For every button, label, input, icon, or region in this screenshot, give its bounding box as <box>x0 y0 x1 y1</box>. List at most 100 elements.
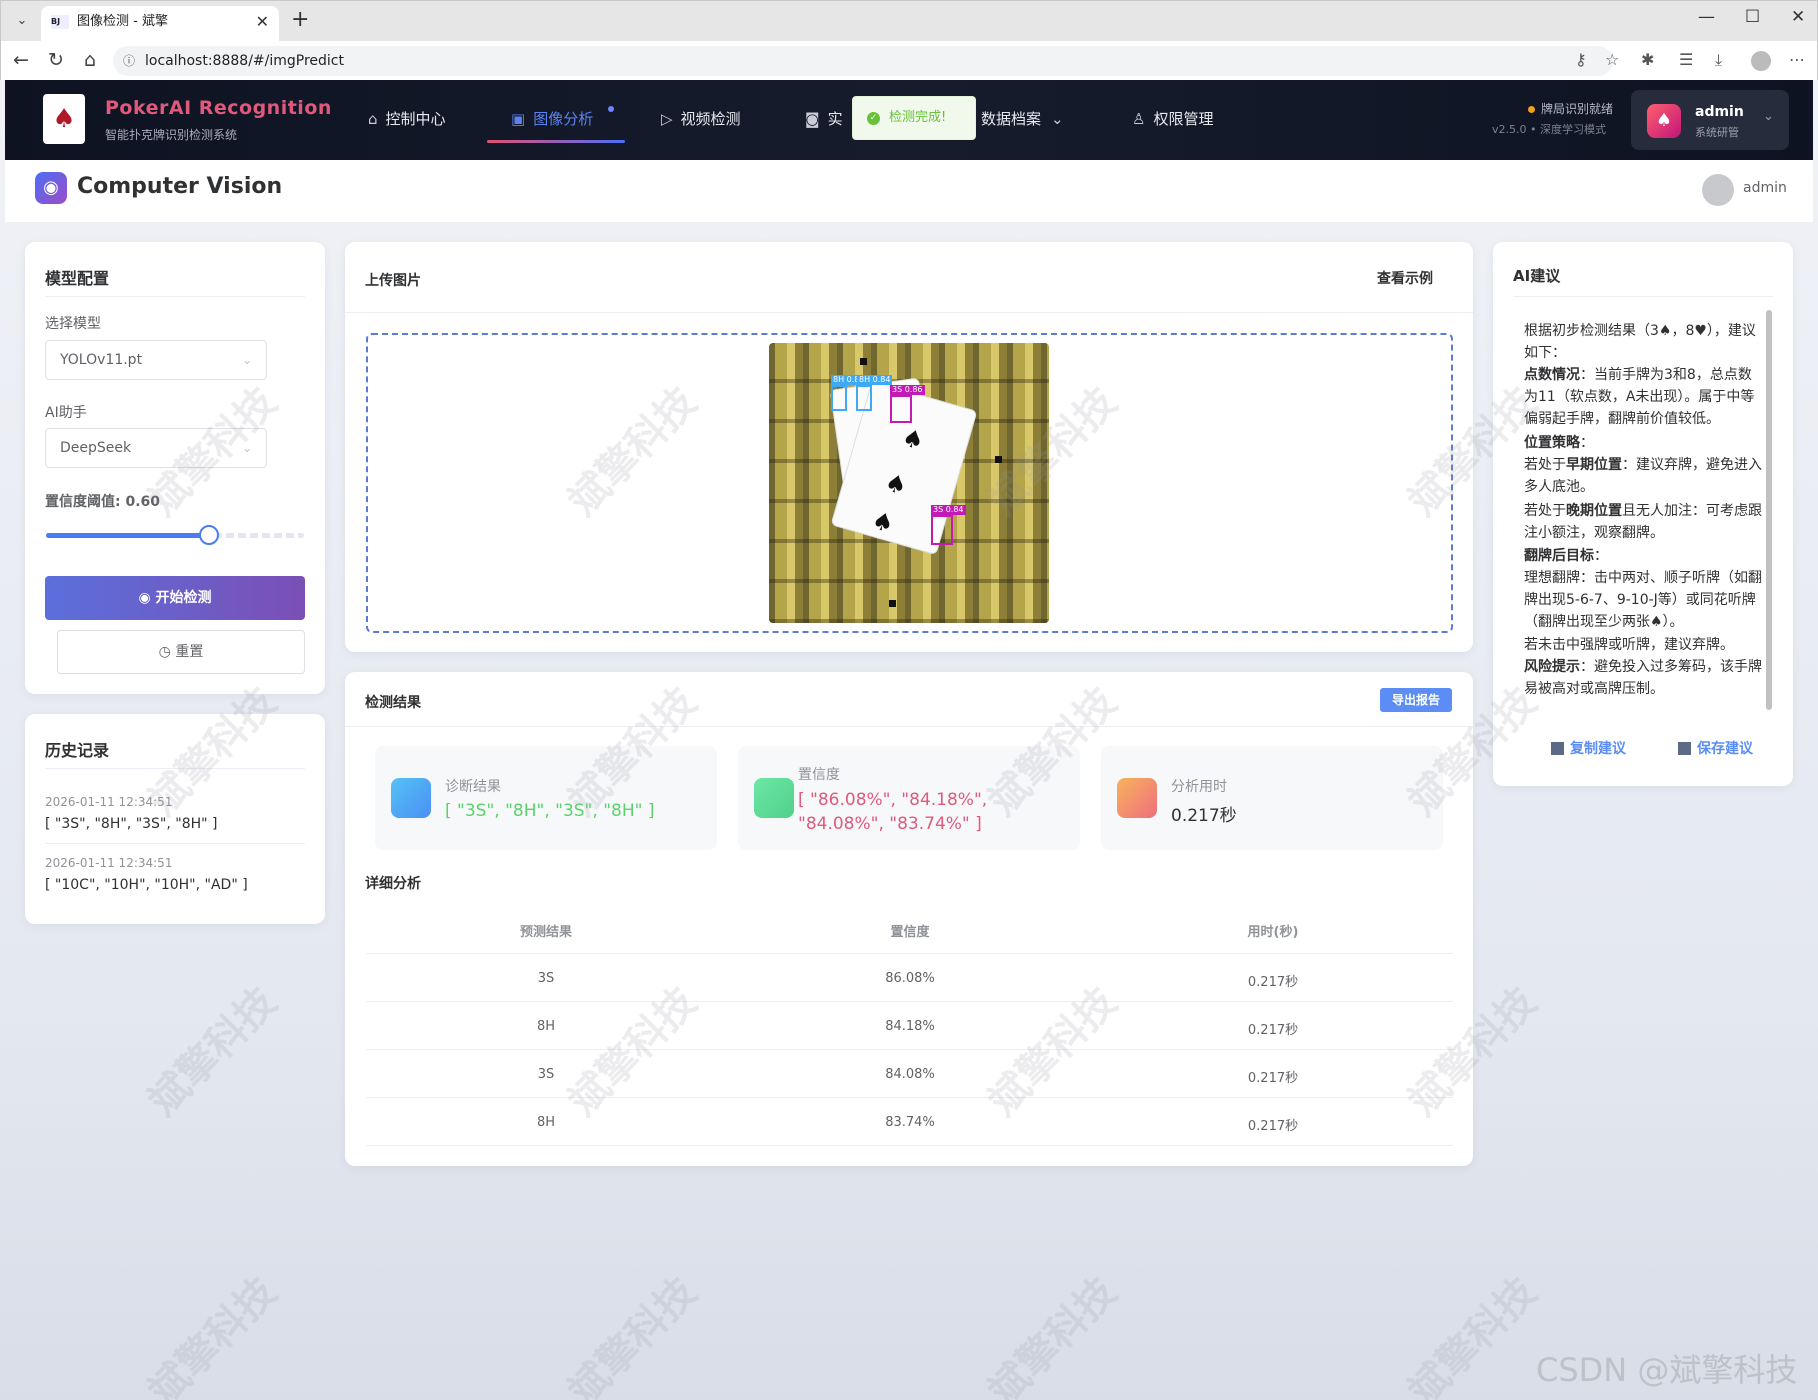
advice-scrollbar[interactable] <box>1766 310 1772 710</box>
nav-image-analysis[interactable]: ▣ 图像分析 <box>511 108 593 160</box>
minimize-button[interactable]: — <box>1698 7 1715 27</box>
model-config-card <box>25 242 325 694</box>
history-result[interactable]: [ "3S", "8H", "3S", "8H" ] <box>45 816 218 832</box>
brand-title: PokerAI Recognition <box>105 97 332 119</box>
back-icon[interactable]: ← <box>13 49 29 71</box>
nav-realtime[interactable]: ◙ 实 <box>805 108 843 160</box>
start-detection-button[interactable]: ◉ 开始检测 <box>45 576 305 620</box>
table-cell: 8H <box>536 1115 556 1130</box>
history-title: 历史记录 <box>45 741 110 760</box>
table-cell: 84.18% <box>885 1019 935 1034</box>
more-icon[interactable]: ⋯ <box>1789 50 1805 69</box>
confidence-icon <box>754 778 794 818</box>
success-toast: ✓ 检测完成! <box>852 96 976 140</box>
status-dot <box>1528 106 1535 113</box>
table-cell: 0.217秒 <box>1247 1023 1299 1038</box>
detail-title: 详细分析 <box>365 876 421 892</box>
advice-point-head: 翻牌后目标 <box>1524 548 1594 564</box>
sub-header: ◉ Computer Vision admin <box>5 160 1813 222</box>
browser-tab[interactable]: BJ 图像检测 - 斌擎 ✕ <box>41 6 279 41</box>
user-avatar-icon: ♠ <box>1647 104 1681 138</box>
reset-button[interactable]: ◷ 重置 <box>57 630 305 674</box>
chevron-down-icon: ⌄ <box>1763 109 1774 124</box>
brand-subtitle: 智能扑克牌识别检测系统 <box>105 128 238 142</box>
column-header: 用时(秒) <box>1247 925 1299 940</box>
table-cell: 0.217秒 <box>1247 975 1299 990</box>
key-icon[interactable]: ⚷ <box>1575 50 1587 69</box>
table-cell: 83.74% <box>885 1115 935 1130</box>
advice-bold: 早期位置 <box>1566 457 1622 473</box>
home-icon: ⌂ <box>368 110 378 128</box>
table-cell: 86.08% <box>885 971 935 986</box>
stat-value: 0.217秒 <box>1171 806 1237 826</box>
chevron-down-icon: ⌄ <box>241 353 252 367</box>
nav-control-center[interactable]: ⌂ 控制中心 <box>368 108 446 160</box>
save-button-label: 保存建议 <box>1697 741 1753 757</box>
advice-point-1: 点数情况：当前手牌为3和8，总点数为11（软点数，A未出现）。属于中等偏弱起手牌… <box>1524 364 1764 430</box>
advice-point-2: 位置策略： <box>1524 432 1764 454</box>
row-divider <box>366 1097 1453 1098</box>
nav-video-detection[interactable]: ▷ 视频检测 <box>661 108 741 160</box>
close-window-button[interactable]: ✕ <box>1791 7 1805 27</box>
divider <box>345 726 1473 727</box>
download-icon[interactable]: ⤓ <box>1715 50 1722 70</box>
table-cell: 84.08% <box>885 1067 935 1082</box>
ai-assistant-select[interactable]: DeepSeek ⌄ <box>45 428 267 468</box>
nav-label: 权限管理 <box>1153 110 1214 128</box>
copy-button-label: 复制建议 <box>1570 741 1626 757</box>
home-icon[interactable]: ⌂ <box>84 49 96 71</box>
nav-data-archive[interactable]: 数据档案 ⌄ <box>981 108 1072 160</box>
avatar[interactable] <box>1702 174 1734 206</box>
favorites-icon[interactable]: ☰ <box>1679 50 1693 69</box>
advice-early: 若处于早期位置：建议弃牌，避免进入多人底池。 <box>1524 454 1764 498</box>
column-header: 置信度 <box>890 925 930 940</box>
profile-avatar[interactable] <box>1751 51 1771 71</box>
marker <box>889 600 896 607</box>
bbox-8h <box>831 385 847 411</box>
browser-chrome: ⌄ BJ 图像检测 - 斌擎 ✕ + — ☐ ✕ ← ↻ ⌂ ⓘ localho… <box>0 0 1818 81</box>
page-title: Computer Vision <box>77 174 283 199</box>
reload-icon[interactable]: ↻ <box>48 49 64 71</box>
history-result[interactable]: [ "10C", "10H", "10H", "AD" ] <box>45 877 248 893</box>
row-divider <box>366 1049 1453 1050</box>
address-bar[interactable]: ⓘ localhost:8888/#/imgPredict <box>113 46 1613 76</box>
export-report-button[interactable]: 导出报告 <box>1380 688 1452 712</box>
camera-icon: ◙ <box>805 110 820 128</box>
clock-icon: ◷ <box>158 644 176 660</box>
csdn-watermark: CSDN @斌擎科技 <box>1536 1351 1798 1389</box>
star-icon[interactable]: ☆ <box>1605 50 1619 69</box>
check-circle-icon: ✓ <box>867 112 880 125</box>
advice-point-head: 位置策略 <box>1524 435 1580 451</box>
user-icon: ♙ <box>1132 110 1146 128</box>
model-select[interactable]: YOLOv11.pt ⌄ <box>45 340 267 380</box>
nav-permissions[interactable]: ♙ 权限管理 <box>1132 108 1213 160</box>
advice-point-head: 点数情况 <box>1524 367 1580 383</box>
close-tab-icon[interactable]: ✕ <box>256 6 269 38</box>
new-tab-button[interactable]: + <box>291 7 309 32</box>
user-menu[interactable]: ♠ admin 系统研管 ⌄ <box>1631 90 1789 150</box>
favicon: BJ <box>51 15 69 29</box>
advice-point-3: 翻牌后目标： <box>1524 545 1764 567</box>
table-cell: 0.217秒 <box>1247 1071 1299 1086</box>
image-icon: ▣ <box>511 110 526 128</box>
detection-result-image: ♥ ♠ ♠ ♠ 8H 0.84 8H 0.84 3S 0.86 3S 0.84 <box>769 343 1049 623</box>
nav-label: 控制中心 <box>385 110 446 128</box>
advice-late: 若处于晚期位置且无人加注：可考虑跟注小额注，观察翻牌。 <box>1524 500 1764 544</box>
tab-search-button[interactable]: ⌄ <box>9 9 35 33</box>
extensions-icon[interactable]: ✱ <box>1641 50 1654 69</box>
maximize-button[interactable]: ☐ <box>1745 7 1760 27</box>
timer-icon <box>1117 778 1157 818</box>
threshold-slider-thumb[interactable] <box>199 525 219 545</box>
copy-advice-button[interactable]: 复制建议 <box>1551 738 1626 758</box>
view-example-link[interactable]: 查看示例 <box>1377 268 1433 288</box>
site-info-icon[interactable]: ⓘ <box>123 46 135 76</box>
stat-time: 分析用时 0.217秒 <box>1101 746 1443 850</box>
tab-title: 图像检测 - 斌擎 <box>77 14 168 29</box>
table-cell: 3S <box>537 1067 555 1082</box>
sub-user-name[interactable]: admin <box>1743 180 1787 196</box>
address-row: ← ↻ ⌂ ⓘ localhost:8888/#/imgPredict ⚷ ☆ … <box>1 41 1817 81</box>
advice-point-text: ： <box>1580 435 1594 451</box>
scan-icon: ◉ <box>138 590 156 606</box>
user-name: admin <box>1695 104 1744 120</box>
save-advice-button[interactable]: 保存建议 <box>1678 738 1753 758</box>
